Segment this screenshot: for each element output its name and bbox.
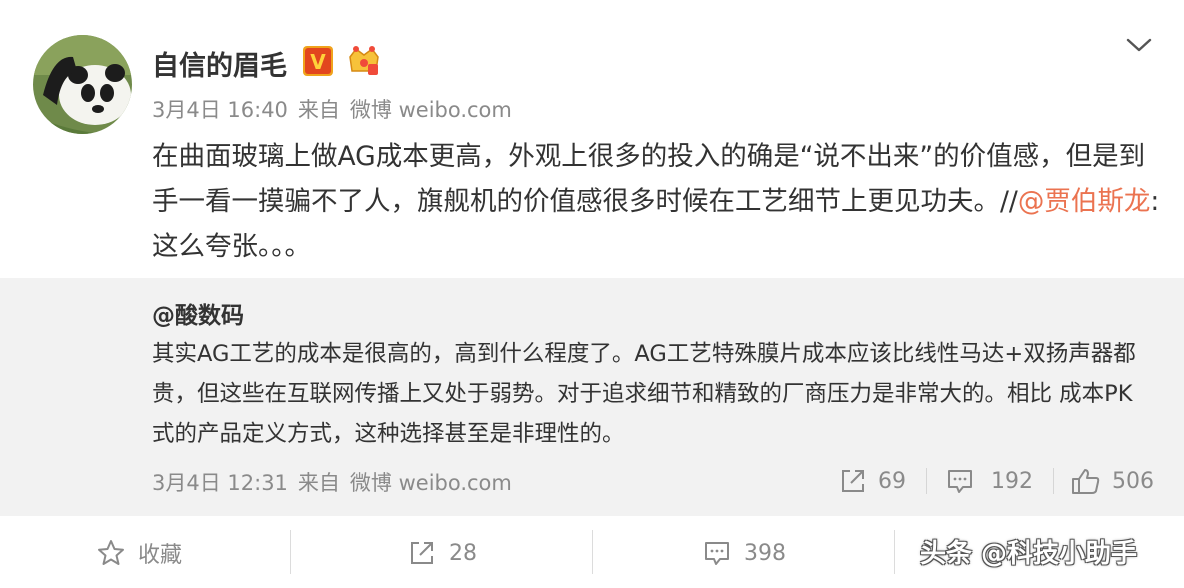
share-icon	[842, 470, 864, 492]
comment-count: 398	[744, 540, 786, 566]
comment-icon	[705, 542, 729, 565]
comment-icon	[948, 470, 972, 493]
repost-comment-button[interactable]: 192	[945, 464, 1033, 498]
post-timestamp[interactable]: 3月4日 16:40	[152, 98, 288, 122]
divider	[290, 530, 291, 574]
divider	[1053, 468, 1054, 494]
divider	[926, 468, 927, 494]
chevron-down-icon[interactable]	[1124, 30, 1154, 60]
repost-timestamp[interactable]: 3月4日 12:31	[152, 471, 288, 495]
weibo-post: 自信的眉毛 V 3月4日 16:40 来自 微博 weibo.com 在曲面玻璃上做…	[0, 0, 1184, 276]
post-content: 在曲面玻璃上做AG成本更高，外观上很多的投入的确是“说不出来”的价值感，但是到手…	[152, 134, 1162, 269]
repost-author[interactable]: @酸数码	[152, 296, 244, 330]
post-source[interactable]: 微博 weibo.com	[350, 98, 512, 122]
repost-share-count: 69	[878, 468, 906, 494]
share-icon	[411, 542, 433, 564]
thumbs-up-icon	[1072, 469, 1100, 494]
username[interactable]: 自信的眉毛	[152, 44, 287, 83]
action-bar: 收藏 28 398 头条 @科技小助手	[0, 516, 1184, 588]
mention-link[interactable]: @贾伯斯龙	[1018, 186, 1151, 217]
repost-like-button[interactable]: 506	[1070, 464, 1154, 498]
repost-comment-count: 192	[991, 468, 1033, 494]
verified-v-icon: V	[303, 46, 333, 76]
share-button[interactable]: 28	[407, 536, 477, 570]
divider	[592, 530, 593, 574]
divider	[894, 530, 895, 574]
repost-text: 其实AG工艺的成本是很高的，高到什么程度了。AG工艺特殊膜片成本应该比线性马达+…	[152, 341, 1136, 447]
crown-member-icon[interactable]	[346, 45, 382, 77]
repost-source-prefix: 来自	[297, 471, 340, 495]
star-icon	[98, 540, 124, 565]
repost-meta: 3月4日 12:31 来自 微博 weibo.com	[152, 467, 512, 497]
watermark: 头条 @科技小助手	[920, 539, 1138, 569]
reposted-post: @酸数码 其实AG工艺的成本是很高的，高到什么程度了。AG工艺特殊膜片成本应该比…	[0, 278, 1184, 516]
favorite-label: 收藏	[138, 543, 183, 568]
repost-like-count: 506	[1112, 468, 1154, 494]
share-count: 28	[449, 540, 477, 566]
verified-badge-text: V	[310, 50, 326, 74]
repost-share-button[interactable]: 69	[838, 464, 906, 498]
panda-avatar-icon	[33, 35, 132, 134]
repost-source[interactable]: 微博 weibo.com	[350, 471, 512, 495]
avatar[interactable]	[33, 35, 132, 134]
comment-button[interactable]: 398	[702, 536, 786, 570]
post-meta: 3月4日 16:40 来自 微博 weibo.com	[152, 94, 512, 124]
post-text-main: 在曲面玻璃上做AG成本更高，外观上很多的投入的确是“说不出来”的价值感，但是到手…	[152, 141, 1146, 217]
source-prefix: 来自	[297, 98, 340, 122]
favorite-button[interactable]: 收藏	[96, 536, 182, 570]
